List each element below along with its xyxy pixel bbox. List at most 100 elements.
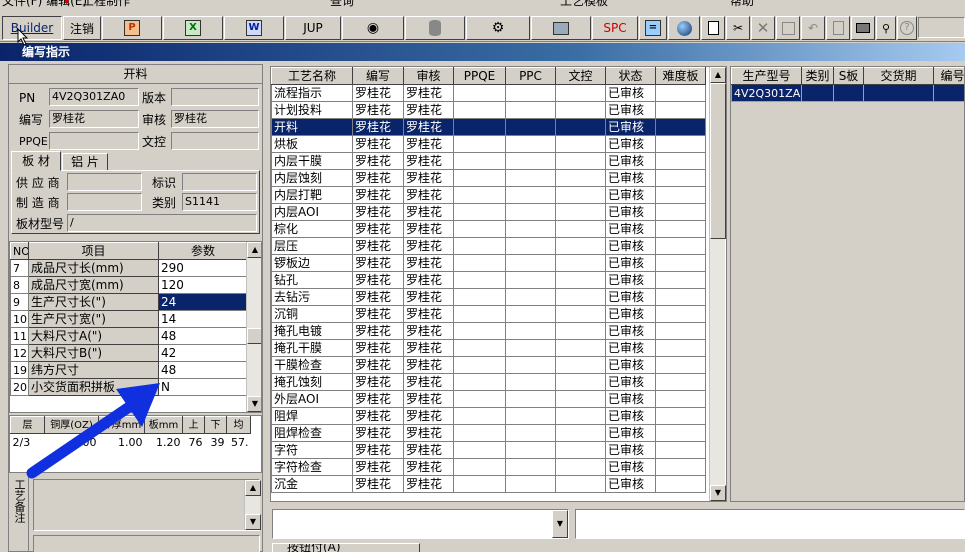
param-cell-value[interactable]: 42 <box>158 344 248 362</box>
process-row[interactable]: 沉金 罗桂花 罗桂花 已审核 <box>271 475 706 493</box>
process-cell-diff[interactable] <box>655 390 706 408</box>
param-header-value[interactable]: 参数 <box>158 242 248 260</box>
process-cell-name[interactable]: 阻焊检查 <box>271 424 353 442</box>
process-row[interactable]: 内层蚀刻 罗桂花 罗桂花 已审核 <box>271 169 706 187</box>
param-cell-item[interactable]: 成品尺寸宽(mm) <box>28 276 159 294</box>
process-cell-ppc[interactable] <box>505 288 556 306</box>
process-cell-doc[interactable] <box>555 186 606 204</box>
process-cell-ppc[interactable] <box>505 271 556 289</box>
scroll-down-icon[interactable]: ▼ <box>247 396 261 412</box>
tab-aluminum[interactable]: 铝 片 <box>62 153 108 171</box>
param-cell-value[interactable]: 24 <box>158 293 248 311</box>
process-row[interactable]: 字符检查 罗桂花 罗桂花 已审核 <box>271 458 706 476</box>
process-cell-ppqe[interactable] <box>453 458 506 476</box>
process-cell-s[interactable]: 已审核 <box>605 339 656 357</box>
process-cell-w[interactable]: 罗桂花 <box>352 322 404 340</box>
process-cell-ppqe[interactable] <box>453 186 506 204</box>
process-cell-ppqe[interactable] <box>453 288 506 306</box>
process-cell-ppc[interactable] <box>505 101 556 119</box>
layer-header[interactable]: 层 <box>10 416 45 434</box>
process-cell-s[interactable]: 已审核 <box>605 322 656 340</box>
process-cell-w[interactable]: 罗桂花 <box>352 407 404 425</box>
process-header[interactable]: 工艺名称 <box>271 67 353 85</box>
process-cell-diff[interactable] <box>655 118 706 136</box>
process-cell-doc[interactable] <box>555 339 606 357</box>
chevron-down-icon[interactable]: ▼ <box>552 510 568 538</box>
process-cell-doc[interactable] <box>555 424 606 442</box>
process-cell-w[interactable]: 罗桂花 <box>352 339 404 357</box>
param-row[interactable]: 7 成品尺寸长(mm) 290 <box>10 259 248 277</box>
process-cell-diff[interactable] <box>655 475 706 493</box>
process-cell-s[interactable]: 已审核 <box>605 424 656 442</box>
scroll-up-icon[interactable]: ▲ <box>247 242 261 258</box>
process-row[interactable]: 开料 罗桂花 罗桂花 已审核 <box>271 118 706 136</box>
process-cell-w[interactable]: 罗桂花 <box>352 288 404 306</box>
layer-cell-up[interactable]: 76 <box>183 434 205 451</box>
process-cell-name[interactable]: 干膜检查 <box>271 356 353 374</box>
process-cell-r[interactable]: 罗桂花 <box>403 322 454 340</box>
process-row[interactable]: 钻孔 罗桂花 罗桂花 已审核 <box>271 271 706 289</box>
maker-field[interactable] <box>67 193 142 211</box>
process-cell-ppqe[interactable] <box>453 424 506 442</box>
process-cell-s[interactable]: 已审核 <box>605 407 656 425</box>
param-cell-item[interactable]: 生产尺寸宽(") <box>28 310 159 328</box>
process-cell-name[interactable]: 沉铜 <box>271 305 353 323</box>
process-cell-name[interactable]: 内层蚀刻 <box>271 169 353 187</box>
process-cell-diff[interactable] <box>655 152 706 170</box>
cut-button[interactable]: ✂ <box>726 16 750 40</box>
process-cell-r[interactable]: 罗桂花 <box>403 390 454 408</box>
process-cell-w[interactable]: 罗桂花 <box>352 169 404 187</box>
process-row[interactable]: 锣板边 罗桂花 罗桂花 已审核 <box>271 254 706 272</box>
process-cell-r[interactable]: 罗桂花 <box>403 288 454 306</box>
doc-control-field[interactable] <box>171 132 259 150</box>
process-cell-name[interactable]: 去钻污 <box>271 288 353 306</box>
process-row[interactable]: 沉铜 罗桂花 罗桂花 已审核 <box>271 305 706 323</box>
param-cell-no[interactable]: 11 <box>10 327 29 345</box>
process-cell-ppqe[interactable] <box>453 203 506 221</box>
process-row[interactable]: 层压 罗桂花 罗桂花 已审核 <box>271 237 706 255</box>
layer-grid[interactable]: 层铜厚(OZ) 介厚mm 板mm 上下均 2/3 1.00 1.00 1.20 76 39 57. <box>9 415 262 473</box>
orders-header[interactable]: 编号 <box>933 67 964 85</box>
param-row[interactable]: 19 纬方尺寸 48 <box>10 361 248 379</box>
process-row[interactable]: 去钻污 罗桂花 罗桂花 已审核 <box>271 288 706 306</box>
process-cell-w[interactable]: 罗桂花 <box>352 254 404 272</box>
process-cell-name[interactable]: 内层AOI <box>271 203 353 221</box>
process-cell-r[interactable]: 罗桂花 <box>403 339 454 357</box>
process-cell-diff[interactable] <box>655 220 706 238</box>
layer-row[interactable]: 2/3 1.00 1.00 1.20 76 39 57. <box>11 434 251 451</box>
process-cell-name[interactable]: 锣板边 <box>271 254 353 272</box>
board-model-field[interactable]: / <box>67 214 257 232</box>
process-cell-diff[interactable] <box>655 441 706 459</box>
spc-button[interactable]: SPC <box>592 16 638 40</box>
process-cell-doc[interactable] <box>555 305 606 323</box>
orders-cell-s[interactable] <box>833 84 864 102</box>
process-cell-ppqe[interactable] <box>453 441 506 459</box>
process-cell-diff[interactable] <box>655 458 706 476</box>
process-cell-r[interactable]: 罗桂花 <box>403 407 454 425</box>
logout-button[interactable]: 注销 <box>63 16 101 40</box>
param-row[interactable]: 12 大料尺寸B(") 42 <box>10 344 248 362</box>
bottom-tab[interactable]: 按钮付(A) <box>272 543 420 552</box>
process-cell-w[interactable]: 罗桂花 <box>352 152 404 170</box>
process-cell-ppc[interactable] <box>505 237 556 255</box>
orders-header[interactable]: S板 <box>833 67 864 85</box>
process-cell-diff[interactable] <box>655 424 706 442</box>
process-cell-r[interactable]: 罗桂花 <box>403 220 454 238</box>
supplier-field[interactable] <box>67 173 142 191</box>
word-button[interactable]: W <box>224 16 284 40</box>
process-cell-doc[interactable] <box>555 237 606 255</box>
process-cell-ppc[interactable] <box>505 305 556 323</box>
process-cell-s[interactable]: 已审核 <box>605 237 656 255</box>
process-cell-diff[interactable] <box>655 237 706 255</box>
process-cell-diff[interactable] <box>655 322 706 340</box>
menu-item[interactable]: 工艺模板 <box>560 0 608 9</box>
reviewer-field[interactable]: 罗桂花 <box>171 110 259 128</box>
process-cell-ppc[interactable] <box>505 424 556 442</box>
process-cell-doc[interactable] <box>555 288 606 306</box>
mark-field[interactable] <box>182 173 257 191</box>
orders-grid[interactable]: 生产型号 类别 S板 交货期 编号 4V2Q301ZA0 <box>730 66 965 502</box>
process-cell-w[interactable]: 罗桂花 <box>352 101 404 119</box>
orders-row[interactable]: 4V2Q301ZA0 <box>731 84 964 102</box>
param-header-no[interactable]: NO <box>10 242 29 260</box>
process-cell-w[interactable]: 罗桂花 <box>352 84 404 102</box>
